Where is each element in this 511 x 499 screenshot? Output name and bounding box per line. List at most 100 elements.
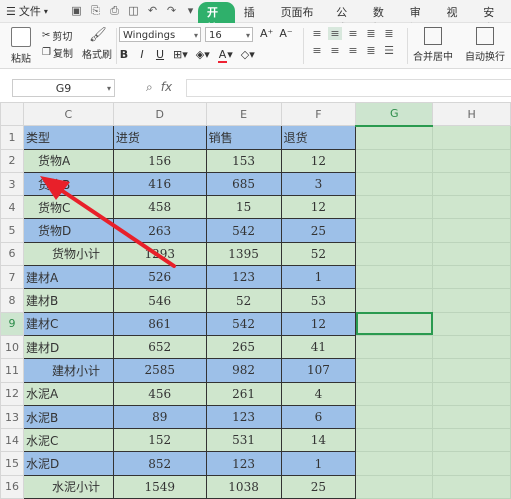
italic-icon[interactable]: I — [137, 48, 147, 61]
print-icon[interactable]: ⎙ — [108, 4, 121, 17]
cell-f[interactable]: 4 — [280, 381, 357, 406]
cell-e[interactable]: 1395 — [205, 241, 282, 267]
cell-c[interactable]: 货物C — [22, 195, 114, 220]
cell-g[interactable] — [355, 288, 434, 313]
font-color-icon[interactable]: A▾ — [217, 48, 233, 63]
cell-c[interactable]: 建材B — [22, 288, 114, 313]
cell-h[interactable] — [432, 288, 511, 313]
cell-e[interactable]: 542 — [205, 311, 282, 336]
cell-f[interactable]: 12 — [280, 195, 357, 220]
row-header[interactable]: 6 — [0, 241, 24, 267]
cell-e[interactable]: 685 — [205, 171, 282, 197]
cell-h[interactable] — [432, 125, 511, 150]
export-icon[interactable]: ⎘ — [89, 4, 102, 17]
cell-g[interactable] — [355, 265, 434, 290]
cell-e[interactable]: 982 — [205, 358, 282, 383]
cell-c[interactable]: 建材小计 — [22, 358, 114, 383]
align-top-icon[interactable]: ≡ — [310, 27, 324, 40]
increase-font-icon[interactable]: A⁺ — [260, 27, 273, 40]
cell-e[interactable]: 15 — [205, 195, 282, 220]
cell-g[interactable] — [355, 311, 434, 336]
cell-d[interactable]: 861 — [112, 311, 207, 336]
format-painter-button[interactable]: 🖌 格式刷 — [80, 27, 114, 61]
bold-icon[interactable]: B — [119, 48, 129, 61]
cell-f[interactable]: 12 — [280, 311, 357, 336]
row-header[interactable]: 9 — [0, 311, 24, 336]
cell-c[interactable]: 水泥A — [22, 381, 114, 406]
cell-f[interactable]: 25 — [280, 218, 357, 243]
cell-f[interactable]: 52 — [280, 241, 357, 267]
cell-e[interactable]: 153 — [205, 148, 282, 173]
cell-e[interactable]: 542 — [205, 218, 282, 243]
print-preview-icon[interactable]: ◫ — [127, 4, 140, 17]
cell-g[interactable] — [355, 428, 434, 453]
font-size-select[interactable]: 16 ▾ — [205, 27, 253, 42]
cell-g[interactable] — [355, 241, 434, 267]
cell-c[interactable]: 货物A — [22, 148, 114, 173]
cell-g[interactable] — [355, 218, 434, 243]
cell-h[interactable] — [432, 404, 511, 430]
cell-d[interactable]: 458 — [112, 195, 207, 220]
cell-d[interactable]: 156 — [112, 148, 207, 173]
cell-e[interactable]: 123 — [205, 265, 282, 290]
cell-c[interactable]: 货物小计 — [22, 241, 114, 267]
align-bottom-icon[interactable]: ≡ — [346, 27, 360, 40]
row-header[interactable]: 14 — [0, 428, 24, 453]
cell-f[interactable]: 1 — [280, 451, 357, 476]
cell-f[interactable]: 14 — [280, 428, 357, 453]
cell-d[interactable]: 1549 — [112, 474, 207, 499]
cell-e[interactable]: 123 — [205, 451, 282, 476]
redo-icon[interactable]: ↷ — [165, 4, 178, 17]
cell-c[interactable]: 水泥C — [22, 428, 114, 453]
justify-icon[interactable]: ≣ — [364, 44, 378, 57]
cell-h[interactable] — [432, 218, 511, 243]
row-header[interactable]: 12 — [0, 381, 24, 406]
cell-g[interactable] — [355, 451, 434, 476]
row-header[interactable]: 4 — [0, 195, 24, 220]
cell-h[interactable] — [432, 451, 511, 476]
cell-h[interactable] — [432, 171, 511, 197]
merge-center-button[interactable]: 合并居中 — [412, 27, 454, 63]
cell-f[interactable]: 12 — [280, 148, 357, 173]
cell-d[interactable]: 546 — [112, 288, 207, 313]
cell-g[interactable] — [355, 474, 434, 499]
fill-color-icon[interactable]: ◈▾ — [196, 48, 210, 61]
decrease-font-icon[interactable]: A⁻ — [279, 27, 292, 40]
cell-d[interactable]: 152 — [112, 428, 207, 453]
align-left-icon[interactable]: ≡ — [310, 44, 324, 57]
cell-d[interactable]: 456 — [112, 381, 207, 406]
row-header[interactable]: 15 — [0, 451, 24, 476]
cell-d[interactable]: 2585 — [112, 358, 207, 383]
cell-d[interactable]: 652 — [112, 334, 207, 360]
cell-c[interactable]: 货物D — [22, 218, 114, 243]
row-header[interactable]: 2 — [0, 148, 24, 173]
row-header[interactable]: 16 — [0, 474, 24, 499]
cell-d[interactable]: 416 — [112, 171, 207, 197]
cell-e[interactable]: 123 — [205, 404, 282, 430]
row-header[interactable]: 1 — [0, 125, 24, 150]
cell-g[interactable] — [355, 171, 434, 197]
zoom-icon[interactable]: ⌕ — [146, 80, 153, 95]
save-icon[interactable]: ▣ — [70, 4, 83, 17]
cell-c[interactable]: 水泥B — [22, 404, 114, 430]
cell-g[interactable] — [355, 381, 434, 406]
align-center-icon[interactable]: ≡ — [328, 44, 342, 57]
align-right-icon[interactable]: ≡ — [346, 44, 360, 57]
cell-g[interactable] — [355, 195, 434, 220]
cell-h[interactable] — [432, 358, 511, 383]
underline-icon[interactable]: U — [155, 48, 165, 61]
more-icon[interactable]: ▾ — [184, 4, 197, 17]
cell-e[interactable]: 1038 — [205, 474, 282, 499]
cell-h[interactable] — [432, 241, 511, 267]
column-header-e[interactable]: E — [205, 101, 282, 127]
cell-f[interactable]: 退货 — [280, 125, 357, 150]
cell-d[interactable]: 263 — [112, 218, 207, 243]
cell-c[interactable]: 类型 — [22, 125, 114, 150]
row-header[interactable]: 5 — [0, 218, 24, 243]
cell-h[interactable] — [432, 195, 511, 220]
row-header[interactable]: 13 — [0, 404, 24, 430]
cell-e[interactable]: 261 — [205, 381, 282, 406]
paste-button[interactable]: 粘贴 — [4, 27, 38, 65]
cell-f[interactable]: 107 — [280, 358, 357, 383]
align-justify-top-icon[interactable]: ≣ — [364, 27, 378, 40]
